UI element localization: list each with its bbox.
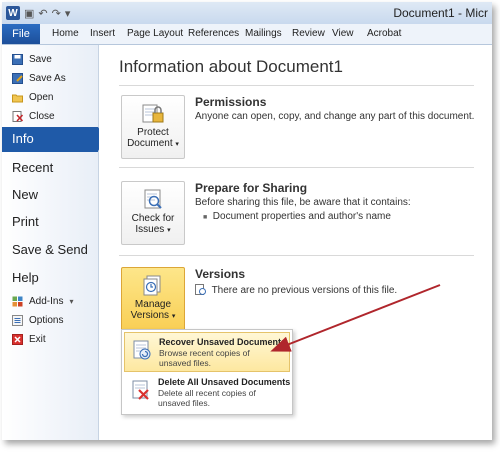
annotation-arrow: [270, 284, 441, 352]
word-window: W ▣ ↶ ↷ ▾ Document1 - Micr File Home Ins…: [2, 2, 492, 440]
